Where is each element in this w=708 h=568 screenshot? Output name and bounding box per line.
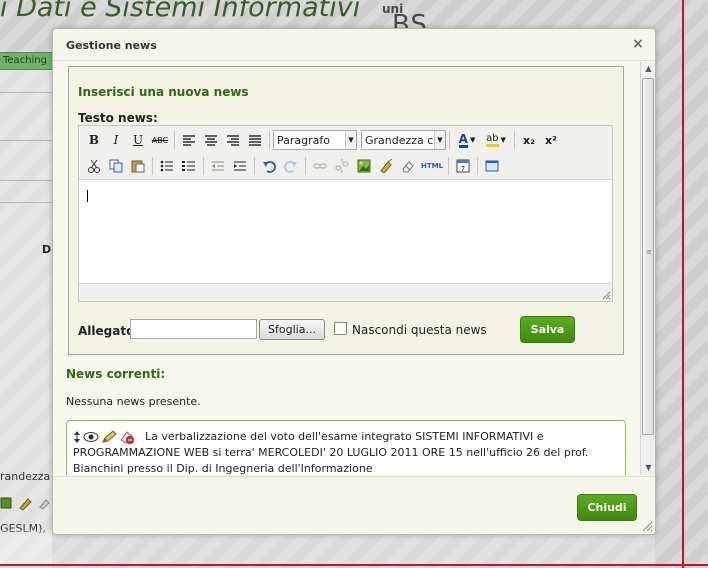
divider: [0, 92, 52, 93]
toolbar-separator: [174, 131, 175, 149]
outdent-icon[interactable]: [207, 156, 229, 176]
close-icon[interactable]: ×: [631, 37, 645, 51]
align-left-icon[interactable]: [178, 130, 200, 150]
editor-content-area[interactable]: [79, 181, 612, 283]
svg-text:7: 7: [461, 165, 465, 173]
current-news-heading: News correnti:: [66, 367, 166, 381]
scrollbar-thumb[interactable]: ≡: [642, 78, 654, 435]
background-toolbar-icons: [0, 495, 50, 514]
cleanup-icon[interactable]: [375, 156, 397, 176]
format-select[interactable]: Paragrafo ▼: [273, 130, 357, 150]
chevron-down-icon: ▼: [434, 131, 445, 149]
scroll-grip-icon: ≡: [646, 248, 652, 256]
undo-icon[interactable]: [258, 156, 280, 176]
news-dialog: Gestione news × Inserisci una nuova news…: [52, 28, 656, 535]
numbered-list-icon[interactable]: [178, 156, 200, 176]
site-title: i Dati e Sistemi Informativi: [0, 0, 361, 23]
dialog-titlebar[interactable]: Gestione news ×: [53, 29, 655, 61]
insert-date-icon[interactable]: 7: [452, 156, 474, 176]
browse-button[interactable]: Sfoglia...: [259, 319, 325, 340]
news-item: La verbalizzazione del voto dell'esame i…: [66, 420, 626, 475]
toolbar-separator: [254, 157, 255, 175]
font-size-select[interactable]: Grandezza cara ▼: [361, 130, 446, 150]
link-icon[interactable]: [309, 156, 331, 176]
toolbar-separator: [152, 157, 153, 175]
editor-status-bar: [79, 283, 612, 301]
new-news-form: Inserisci una nuova news Testo news: B I…: [68, 66, 624, 355]
justify-icon[interactable]: [244, 130, 266, 150]
chevron-down-icon: ▼: [345, 131, 356, 149]
paste-icon[interactable]: [127, 156, 149, 176]
dialog-scrollbar[interactable]: ▲ ≡ ▼: [640, 62, 655, 475]
toolbar-separator: [203, 157, 204, 175]
toolbar-separator: [449, 131, 450, 149]
save-button[interactable]: Salva: [520, 316, 575, 343]
toolbar-separator: [514, 131, 515, 149]
text-news-label: Testo news:: [78, 111, 158, 125]
cut-icon[interactable]: [83, 156, 105, 176]
dialog-title: Gestione news: [66, 39, 157, 52]
indent-icon[interactable]: [229, 156, 251, 176]
attachment-field[interactable]: [130, 319, 257, 339]
divider: [0, 202, 52, 203]
toolbar-separator: [269, 131, 270, 149]
hide-news-checkbox[interactable]: [334, 322, 347, 335]
bold-button[interactable]: B: [83, 130, 105, 150]
strikethrough-button[interactable]: ABC: [149, 130, 171, 150]
align-center-icon[interactable]: [200, 130, 222, 150]
editor-toolbar: B I U ABC Paragrafo ▼ Grandezza cara ▼ A…: [79, 126, 612, 180]
toolbar-separator: [477, 157, 478, 175]
news-item-text: La verbalizzazione del voto dell'esame i…: [73, 430, 589, 475]
bullet-list-icon[interactable]: [156, 156, 178, 176]
hide-news-label: Nascondi questa news: [352, 323, 487, 337]
scroll-up-icon[interactable]: ▲: [641, 62, 656, 76]
background-bottom-panel: [0, 530, 655, 568]
dialog-body: Inserisci una nuova news Testo news: B I…: [54, 62, 640, 475]
toolbar-row-2: HTML 7: [83, 154, 503, 178]
redo-icon[interactable]: [280, 156, 302, 176]
divider: [0, 140, 52, 141]
toolbar-row-1: B I U ABC Paragrafo ▼ Grandezza cara ▼ A…: [83, 128, 562, 152]
rich-text-editor: B I U ABC Paragrafo ▼ Grandezza cara ▼ A…: [78, 125, 613, 302]
dialog-footer: Chiudi: [53, 476, 655, 534]
close-button[interactable]: Chiudi: [577, 494, 637, 521]
fullscreen-icon[interactable]: [481, 156, 503, 176]
align-right-icon[interactable]: [222, 130, 244, 150]
left-panel: [0, 70, 52, 568]
remove-format-icon[interactable]: [397, 156, 419, 176]
italic-button[interactable]: I: [105, 130, 127, 150]
grandezza-fragment: randezza c: [0, 470, 60, 483]
text-color-button[interactable]: A ▼: [453, 130, 481, 150]
toolbar-separator: [305, 157, 306, 175]
toolbar-separator: [448, 157, 449, 175]
copy-icon[interactable]: [105, 156, 127, 176]
form-heading: Inserisci una nuova news: [78, 85, 249, 99]
format-select-value: Paragrafo: [277, 133, 330, 147]
highlight-color-button[interactable]: ab ▼: [481, 130, 511, 150]
right-panel: [655, 0, 708, 568]
dialog-resize-grip-icon[interactable]: [641, 520, 653, 532]
superscript-button[interactable]: x²: [540, 130, 562, 150]
unlink-icon[interactable]: [331, 156, 353, 176]
insert-image-icon[interactable]: [353, 156, 375, 176]
subscript-button[interactable]: x₂: [518, 130, 540, 150]
side-letter: D: [42, 243, 52, 256]
html-source-button[interactable]: HTML: [419, 156, 445, 176]
resize-grip-icon[interactable]: [601, 290, 611, 300]
teaching-tab[interactable]: Teaching: [0, 52, 52, 70]
divider: [0, 180, 52, 181]
underline-button[interactable]: U: [127, 130, 149, 150]
scroll-down-icon[interactable]: ▼: [641, 461, 656, 475]
no-news-message: Nessuna news presente.: [66, 395, 201, 408]
text-caret: [87, 190, 88, 202]
